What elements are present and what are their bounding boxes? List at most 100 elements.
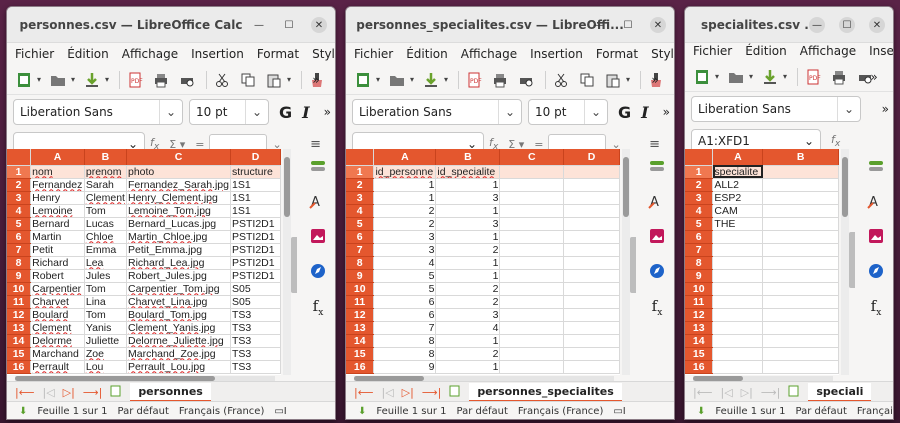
vertical-scrollbar[interactable] <box>283 149 291 375</box>
table-cell[interactable] <box>499 321 565 335</box>
table-cell[interactable]: 3 <box>435 191 501 205</box>
close-icon[interactable]: ✕ <box>869 17 885 33</box>
row-header[interactable]: 9 <box>685 269 714 283</box>
paste-icon[interactable] <box>602 70 624 90</box>
table-cell[interactable]: 6 <box>373 308 437 322</box>
copy-icon[interactable] <box>576 70 598 90</box>
table-cell[interactable]: PSTI2D1 <box>230 256 281 270</box>
table-cell[interactable] <box>563 347 620 361</box>
table-cell[interactable]: Tom <box>84 308 127 322</box>
row-header[interactable]: 4 <box>346 204 375 218</box>
table-cell[interactable]: Marchand <box>30 347 85 361</box>
table-cell[interactable]: 2 <box>435 347 501 361</box>
row-header[interactable]: 3 <box>346 191 375 205</box>
table-cell[interactable]: 4 <box>373 256 437 270</box>
row-header[interactable]: 6 <box>7 230 32 244</box>
table-cell[interactable]: Martin_Chloe.jpg <box>126 230 231 244</box>
column-header[interactable]: D <box>563 149 620 166</box>
table-cell[interactable]: S05 <box>230 282 281 296</box>
table-cell[interactable] <box>712 243 764 257</box>
more-icon[interactable]: » <box>324 105 331 119</box>
table-cell[interactable] <box>563 295 620 309</box>
selection-mode-icon[interactable]: ▭I <box>274 406 286 417</box>
sheet-tab[interactable]: speciali <box>808 383 872 402</box>
column-header[interactable]: A <box>712 149 764 166</box>
table-cell[interactable]: PSTI2D1 <box>230 217 281 231</box>
row-header[interactable]: 15 <box>346 347 375 361</box>
menu-insertion[interactable]: Insertion <box>869 44 893 62</box>
table-cell[interactable] <box>762 308 839 322</box>
row-header[interactable]: 15 <box>685 347 714 361</box>
styles-icon[interactable]: A <box>867 192 885 213</box>
table-cell[interactable] <box>563 243 620 257</box>
table-cell[interactable] <box>762 178 839 192</box>
open-icon[interactable] <box>725 67 747 87</box>
font-name-combo[interactable]: Liberation Sans ⌄ <box>13 99 183 125</box>
save-icon[interactable] <box>420 70 442 90</box>
row-header[interactable]: 8 <box>7 256 32 270</box>
table-cell[interactable]: ALL2 <box>712 178 764 192</box>
row-header[interactable]: 8 <box>346 256 375 270</box>
row-header[interactable]: 7 <box>346 243 375 257</box>
table-cell[interactable]: structure <box>230 165 281 179</box>
cut-icon[interactable] <box>550 70 572 90</box>
table-cell[interactable]: 3 <box>435 217 501 231</box>
table-cell[interactable] <box>712 360 764 374</box>
corner-cell[interactable] <box>685 149 714 166</box>
export-pdf-icon[interactable]: PDF <box>802 67 824 87</box>
table-cell[interactable] <box>563 230 620 244</box>
table-cell[interactable]: Charvet <box>30 295 85 309</box>
sheet-tab[interactable]: personnes_specialites <box>469 383 622 402</box>
table-cell[interactable] <box>499 165 565 179</box>
table-cell[interactable] <box>712 347 764 361</box>
add-sheet-icon[interactable] <box>449 385 461 400</box>
table-cell[interactable]: Boulard <box>30 308 85 322</box>
table-cell[interactable] <box>499 360 565 374</box>
table-cell[interactable]: Richard_Lea.jpg <box>126 256 231 270</box>
table-cell[interactable]: 5 <box>373 282 437 296</box>
table-cell[interactable]: 3 <box>373 243 437 257</box>
table-cell[interactable] <box>712 308 764 322</box>
table-cell[interactable]: 2 <box>435 243 501 257</box>
table-cell[interactable]: 1 <box>435 360 501 374</box>
table-cell[interactable]: 1 <box>373 191 437 205</box>
add-sheet-icon[interactable] <box>110 385 122 400</box>
menu-styles[interactable]: Styles <box>312 47 335 65</box>
table-cell[interactable]: Bernard <box>30 217 85 231</box>
menu-styles[interactable]: Styles <box>651 47 674 65</box>
menu-fichier[interactable]: Fichier <box>354 47 393 65</box>
table-cell[interactable]: Delorme <box>30 334 85 348</box>
last-sheet-icon[interactable]: ⟶| <box>83 386 102 399</box>
table-cell[interactable]: 9 <box>373 360 437 374</box>
row-header[interactable]: 16 <box>685 360 714 374</box>
vertical-scrollbar[interactable] <box>622 149 630 375</box>
table-cell[interactable]: Henry_Clement.jpg <box>126 191 231 205</box>
maximize-icon[interactable]: ☐ <box>620 17 636 33</box>
sheet-tab[interactable]: personnes <box>130 383 211 402</box>
table-cell[interactable]: 6 <box>373 295 437 309</box>
minimize-icon[interactable]: — <box>809 17 825 33</box>
open-icon[interactable] <box>47 70 69 90</box>
table-cell[interactable] <box>762 295 839 309</box>
row-header[interactable]: 4 <box>685 204 714 218</box>
print-preview-icon[interactable] <box>176 70 198 90</box>
italic-icon[interactable]: I <box>302 103 309 122</box>
table-cell[interactable]: Zoe <box>84 347 127 361</box>
table-cell[interactable]: Perrault_Lou.jpg <box>126 360 231 374</box>
table-cell[interactable] <box>762 347 839 361</box>
row-header[interactable]: 2 <box>685 178 714 192</box>
table-cell[interactable] <box>563 334 620 348</box>
table-cell[interactable] <box>499 308 565 322</box>
table-cell[interactable]: PSTI2D1 <box>230 230 281 244</box>
table-cell[interactable] <box>762 360 839 374</box>
table-cell[interactable]: TS3 <box>230 334 281 348</box>
gallery-icon[interactable] <box>867 227 885 248</box>
table-cell[interactable]: Sarah <box>84 178 127 192</box>
table-cell[interactable]: 2 <box>373 204 437 218</box>
table-cell[interactable]: 3 <box>373 230 437 244</box>
table-cell[interactable]: Jules <box>84 269 127 283</box>
table-cell[interactable]: specialite <box>712 165 764 179</box>
table-cell[interactable]: PSTI2D1 <box>230 269 281 283</box>
table-cell[interactable]: prenom <box>84 165 127 179</box>
menu-edition[interactable]: Édition <box>406 47 448 65</box>
